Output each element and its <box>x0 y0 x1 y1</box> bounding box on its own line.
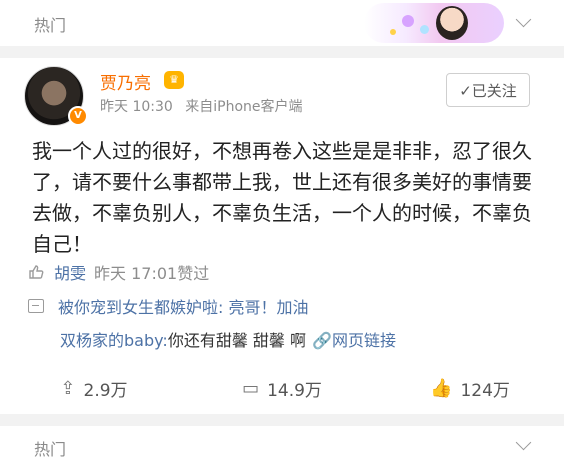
repost-count: 2.9万 <box>83 380 128 401</box>
section-title: 热门 <box>34 16 67 35</box>
comment-user[interactable]: 双杨家的baby: <box>60 327 168 351</box>
banner-decoration <box>390 29 396 35</box>
comment-preview[interactable]: 双杨家的baby: 你还有甜馨 甜馨 啊 🔗网页链接 <box>60 327 396 351</box>
top-header: 热门 <box>0 0 564 46</box>
web-link-label: 网页链接 <box>331 331 396 350</box>
chevron-down-icon[interactable] <box>515 434 532 451</box>
comment-button[interactable]: ▭ 14.9万 <box>188 376 376 401</box>
chevron-down-icon[interactable] <box>515 11 532 28</box>
post-text: 我一个人过的很好，不想再卷入这些是是非非，忍了很久了，请不要什么事都带上我，世上… <box>32 139 532 256</box>
banner-decoration <box>402 15 414 27</box>
post-time: 昨天 10:30 <box>100 99 173 115</box>
comment-icon <box>28 299 44 313</box>
comment-preview[interactable]: 被你宠到女生都嫉妒啦: 亮哥！加油 <box>28 294 308 318</box>
divider <box>0 46 564 58</box>
promo-banner[interactable] <box>364 3 504 43</box>
action-bar: ⇪ 2.9万 ▭ 14.9万 👍 124万 <box>0 368 564 408</box>
post-source: 来自iPhone客户端 <box>185 99 303 115</box>
liked-by-name[interactable]: 胡雯 <box>54 260 86 284</box>
comment-icon: ▭ <box>242 377 260 399</box>
liked-by-row: 胡雯 昨天 17:01 赞过 <box>28 260 209 284</box>
thumb-up-icon <box>29 265 44 279</box>
comment-text: 被你宠到女生都嫉妒啦: 亮哥！加油 <box>58 298 309 317</box>
comment-text: 你还有甜馨 甜馨 啊 <box>167 331 307 350</box>
web-link[interactable]: 🔗网页链接 <box>312 327 396 351</box>
liked-time: 昨天 17:01 <box>94 264 178 283</box>
banner-decoration <box>420 25 429 34</box>
liked-suffix: 赞过 <box>177 264 210 283</box>
post-meta: 昨天 10:30 来自iPhone客户端 <box>100 96 311 116</box>
vip-crown-icon: ♛ <box>164 71 184 89</box>
link-icon: 🔗 <box>312 331 332 350</box>
banner-face-image <box>436 6 468 40</box>
author-name[interactable]: 贾乃亮 <box>100 69 151 94</box>
verified-badge-icon: V <box>68 106 88 126</box>
weibo-post-card: V 贾乃亮 ♛ 昨天 10:30 来自iPhone客户端 ✓已关注 我一个人过的… <box>0 58 564 414</box>
repost-button[interactable]: ⇪ 2.9万 <box>0 376 188 401</box>
repost-icon: ⇪ <box>60 377 76 399</box>
like-button[interactable]: 👍 124万 <box>376 376 564 401</box>
section-title: 热门 <box>34 440 67 459</box>
comment-count: 14.9万 <box>267 380 322 401</box>
like-count: 124万 <box>460 380 510 401</box>
follow-button[interactable]: ✓已关注 <box>446 73 530 107</box>
thumb-up-icon: 👍 <box>430 377 453 399</box>
divider <box>0 414 564 426</box>
